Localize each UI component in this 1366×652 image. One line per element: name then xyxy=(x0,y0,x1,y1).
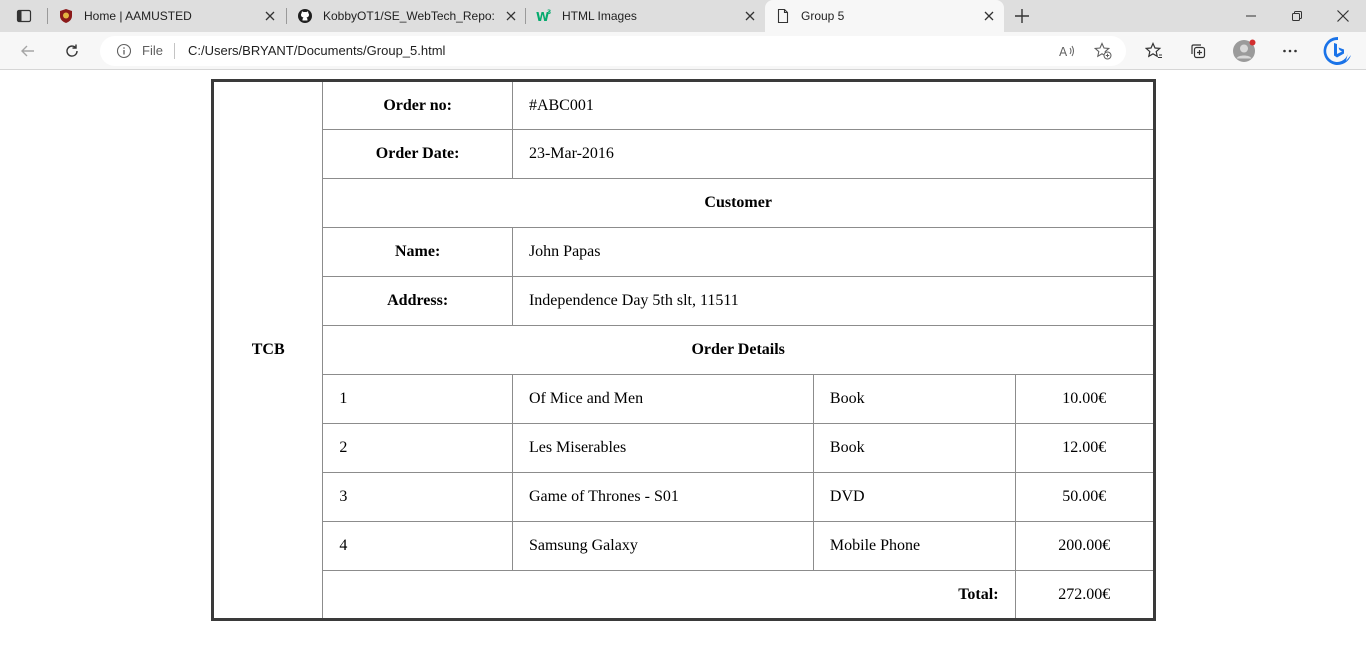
tab-actions-button[interactable] xyxy=(10,4,38,28)
customer-heading: Customer xyxy=(322,178,1155,228)
w3schools-icon: W3 xyxy=(536,9,551,24)
university-crest-icon xyxy=(60,9,72,23)
item-type: DVD xyxy=(812,472,1016,522)
bing-icon xyxy=(1323,36,1351,65)
item-number: 1 xyxy=(322,374,513,424)
table-row: Order Details xyxy=(213,325,1155,375)
item-type: Book xyxy=(812,423,1016,473)
refresh-button[interactable] xyxy=(58,37,86,65)
avatar xyxy=(1233,39,1256,62)
item-name: Of Mice and Men xyxy=(511,374,814,424)
minimize-button[interactable] xyxy=(1228,0,1274,32)
item-row: 2 Les Miserables Book 12.00€ xyxy=(213,423,1156,473)
item-row: 4 Samsung Galaxy Mobile Phone 200.00€ xyxy=(213,521,1156,571)
tab-title: Group 5 xyxy=(801,9,845,23)
read-aloud-button[interactable]: A xyxy=(1057,41,1077,61)
address-separator xyxy=(174,43,175,59)
order-date-label: Order Date: xyxy=(322,129,513,179)
customer-address-value: Independence Day 5th slt, 11511 xyxy=(511,276,1156,326)
item-type: Mobile Phone xyxy=(812,521,1016,571)
item-price: 50.00€ xyxy=(1014,472,1156,522)
browser-toolbar: File C:/Users/BRYANT/Documents/Group_5.h… xyxy=(0,32,1366,70)
restore-icon xyxy=(1292,11,1302,21)
favorites-button[interactable] xyxy=(1140,37,1168,65)
order-number-label: Order no: xyxy=(322,80,513,130)
tab-html-images[interactable]: W3 HTML Images xyxy=(526,0,764,32)
github-icon xyxy=(298,9,312,23)
close-icon[interactable] xyxy=(742,8,758,24)
address-bar[interactable]: File C:/Users/BRYANT/Documents/Group_5.h… xyxy=(100,36,1126,66)
tab-aamusted[interactable]: Home | AAMUSTED xyxy=(48,0,286,32)
new-tab-button[interactable] xyxy=(1011,5,1033,27)
tab-title: HTML Images xyxy=(562,9,637,23)
tab-strip: Home | AAMUSTED KobbyOT1/SE_WebTech_Repo… xyxy=(0,0,1366,32)
plus-icon xyxy=(1015,9,1029,23)
close-icon[interactable] xyxy=(262,8,278,24)
refresh-icon xyxy=(66,44,78,57)
tab-group-5[interactable]: Group 5 xyxy=(765,0,1004,32)
item-price: 200.00€ xyxy=(1014,521,1156,571)
table-row: Customer xyxy=(213,178,1155,228)
order-details-heading: Order Details xyxy=(322,325,1155,375)
page-viewport: TCB Order no: #ABC001 Order Date: 23-Mar… xyxy=(0,71,1366,652)
info-icon[interactable] xyxy=(116,43,132,59)
item-name: Game of Thrones - S01 xyxy=(511,472,814,522)
more-horizontal-icon xyxy=(1283,49,1297,53)
collections-button[interactable] xyxy=(1184,37,1212,65)
tab-title: KobbyOT1/SE_WebTech_Repo: A xyxy=(323,9,495,23)
item-number: 3 xyxy=(322,472,513,522)
item-row: 1 Of Mice and Men Book 10.00€ xyxy=(213,374,1156,424)
favorites-icon xyxy=(1145,42,1162,59)
table-row: Address: Independence Day 5th slt, 11511 xyxy=(213,276,1156,326)
item-type: Book xyxy=(812,374,1016,424)
settings-menu-button[interactable] xyxy=(1276,37,1304,65)
brand-cell: TCB xyxy=(211,80,324,620)
tab-github-repo[interactable]: KobbyOT1/SE_WebTech_Repo: A xyxy=(287,0,525,32)
close-icon[interactable] xyxy=(981,8,997,24)
customer-address-label: Address: xyxy=(322,276,513,326)
order-table: TCB Order no: #ABC001 Order Date: 23-Mar… xyxy=(211,79,1156,621)
collections-icon xyxy=(1191,44,1206,59)
item-name: Samsung Galaxy xyxy=(511,521,814,571)
customer-name-value: John Papas xyxy=(511,227,1156,277)
star-add-icon xyxy=(1094,42,1112,60)
table-row: TCB Order no: #ABC001 xyxy=(211,80,1156,620)
order-number-value: #ABC001 xyxy=(511,80,1156,130)
item-price: 12.00€ xyxy=(1014,423,1156,473)
add-favorite-button[interactable] xyxy=(1093,41,1113,61)
total-label: Total: xyxy=(322,570,1016,620)
back-button[interactable] xyxy=(14,37,42,65)
customer-name-label: Name: xyxy=(322,227,513,277)
svg-text:3: 3 xyxy=(547,9,551,16)
read-aloud-icon: A xyxy=(1059,45,1074,59)
tab-actions-icon xyxy=(16,9,32,23)
item-number: 2 xyxy=(322,423,513,473)
document-icon xyxy=(777,8,789,24)
minimize-icon xyxy=(1246,15,1256,17)
scheme-label: File xyxy=(142,43,163,58)
item-name: Les Miserables xyxy=(511,423,814,473)
close-icon[interactable] xyxy=(503,8,519,24)
item-row: 3 Game of Thrones - S01 DVD 50.00€ xyxy=(213,472,1156,522)
total-value: 272.00€ xyxy=(1014,570,1156,620)
order-date-value: 23-Mar-2016 xyxy=(511,129,1156,179)
profile-button[interactable] xyxy=(1230,37,1258,65)
url-text[interactable]: C:/Users/BRYANT/Documents/Group_5.html xyxy=(188,43,445,59)
arrow-left-icon xyxy=(21,45,34,57)
svg-text:A: A xyxy=(1059,45,1068,59)
bing-chat-button[interactable] xyxy=(1322,35,1354,67)
close-window-button[interactable] xyxy=(1320,0,1366,32)
item-price: 10.00€ xyxy=(1014,374,1156,424)
tab-title: Home | AAMUSTED xyxy=(84,9,192,23)
table-row: Name: John Papas xyxy=(213,227,1156,277)
table-row: Order Date: 23-Mar-2016 xyxy=(213,129,1156,179)
restore-button[interactable] xyxy=(1274,0,1320,32)
close-icon xyxy=(1337,10,1349,22)
total-row: Total: 272.00€ xyxy=(213,570,1156,620)
item-number: 4 xyxy=(322,521,513,571)
